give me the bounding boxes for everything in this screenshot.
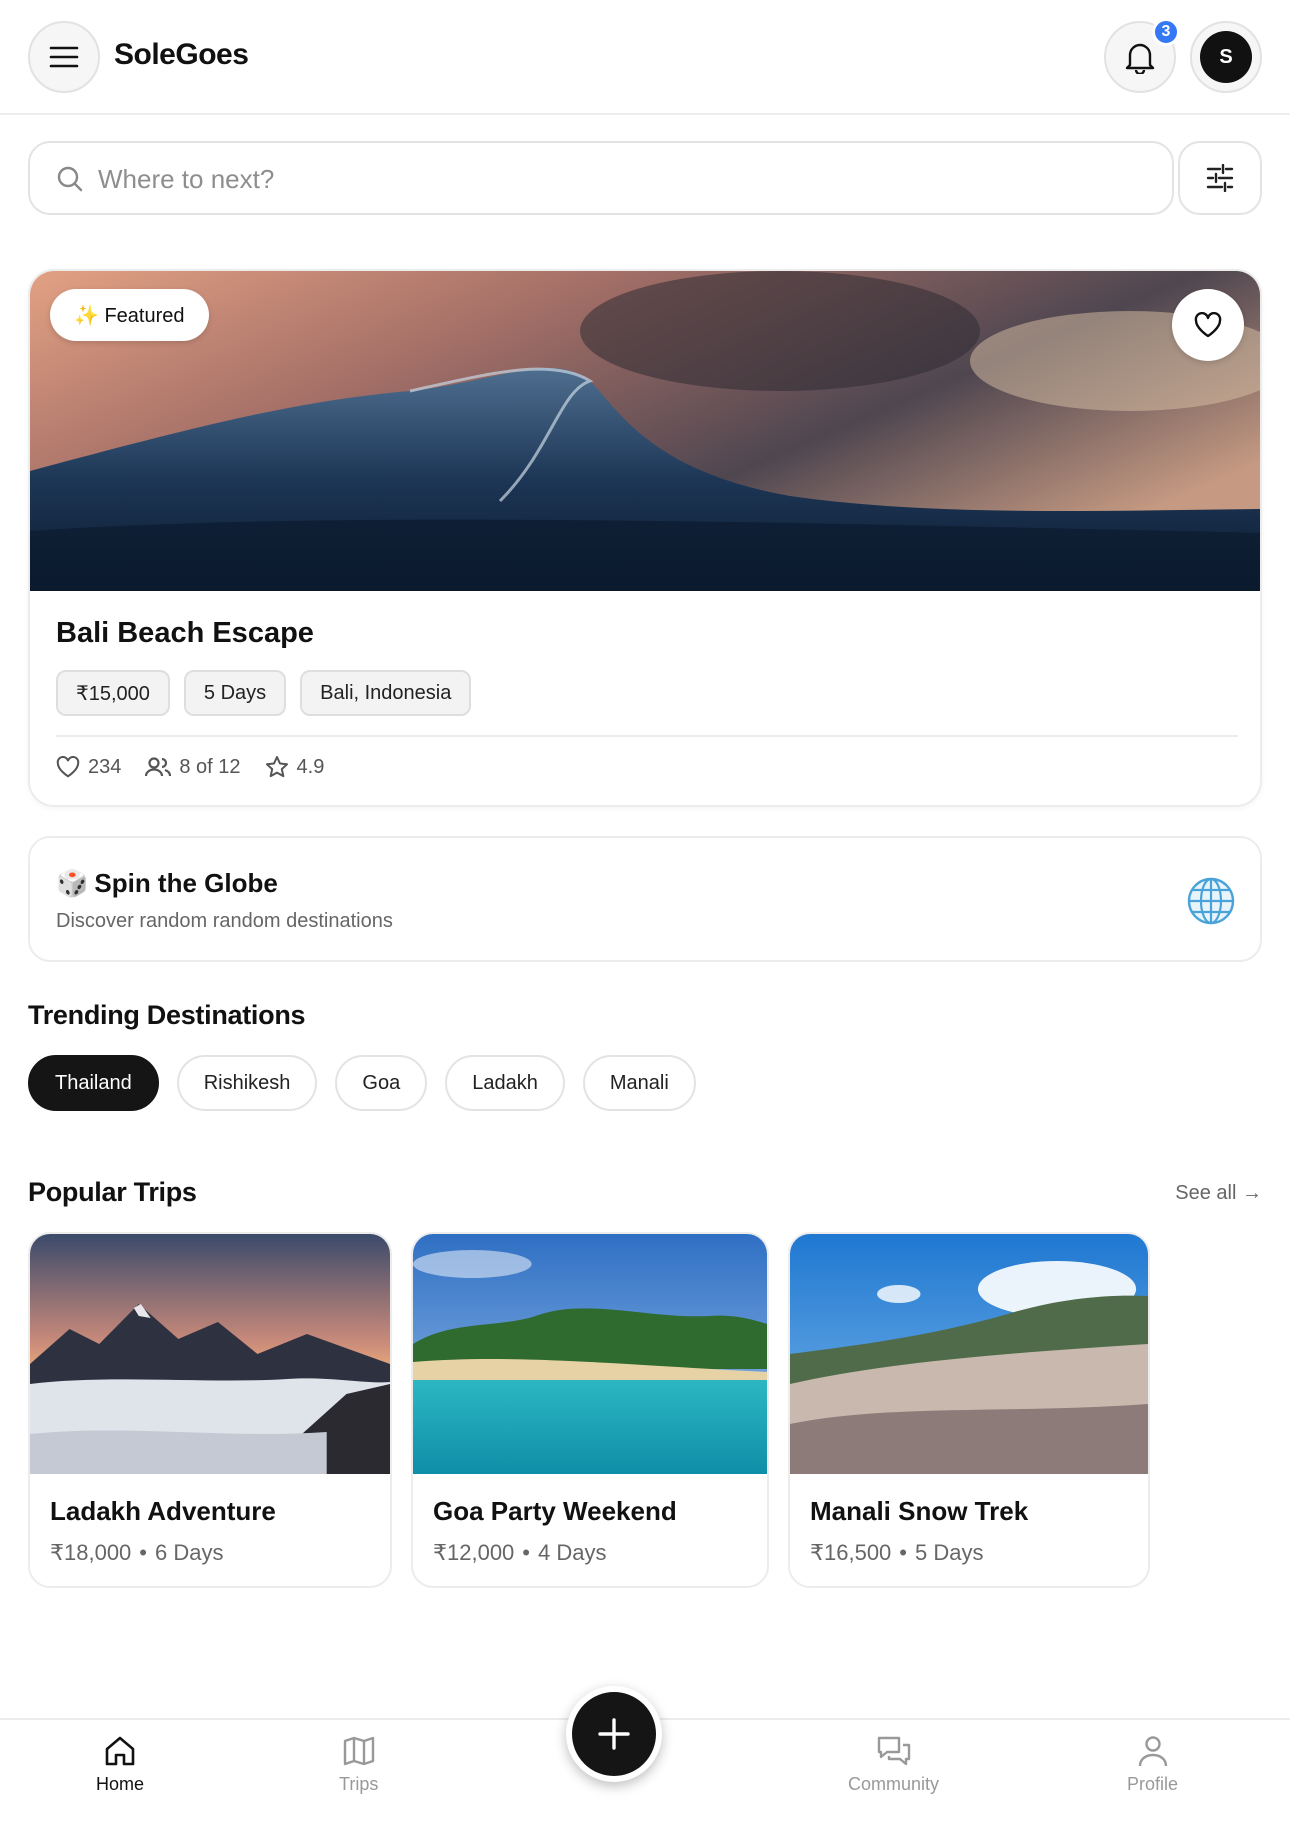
bullet: • [899, 1540, 907, 1565]
profile-avatar-button[interactable]: S [1190, 21, 1262, 93]
nav-home[interactable]: Home [96, 1734, 144, 1795]
menu-button[interactable] [28, 21, 100, 93]
tag-thailand[interactable]: Thailand [28, 1055, 159, 1111]
trip-duration: 5 Days [915, 1540, 984, 1565]
nav-community-label: Community [848, 1774, 940, 1794]
featured-badge: ✨ Featured [50, 289, 209, 341]
search-bar [28, 141, 1174, 215]
spin-subtitle: Discover random random destinations [56, 910, 393, 932]
bullet: • [139, 1540, 147, 1565]
users-icon [145, 757, 172, 777]
location-chip: Bali, Indonesia [300, 670, 472, 716]
trip-card-ladakh[interactable]: Ladakh Adventure ₹18,000 • 6 Days [28, 1232, 392, 1588]
trip-duration: 4 Days [538, 1540, 607, 1565]
sliders-icon [1206, 164, 1234, 192]
avatar: S [1200, 31, 1252, 83]
map-icon [343, 1736, 374, 1766]
search-input[interactable] [98, 157, 1138, 201]
ladakh-mountains-image [30, 1234, 390, 1474]
tag-manali[interactable]: Manali [582, 1055, 696, 1111]
spin-title-text: Spin the Globe [94, 868, 278, 898]
trip-price: ₹16,500 [810, 1540, 892, 1565]
trip-price: ₹18,000 [50, 1540, 132, 1565]
nav-community[interactable]: Community [848, 1734, 939, 1795]
globe-icon [1187, 877, 1235, 925]
dice-icon: 🎲 [56, 868, 89, 898]
trending-section-title: Trending Destinations [28, 1000, 306, 1030]
spin-title: 🎲 Spin the Globe [56, 868, 278, 899]
hamburger-icon [49, 46, 79, 68]
create-trip-button[interactable] [566, 1686, 662, 1782]
search-icon [57, 166, 83, 192]
trip-title: Ladakh Adventure [50, 1496, 276, 1526]
manali-town-image [790, 1234, 1148, 1474]
divider [56, 735, 1238, 737]
app-title: SoleGoes [114, 38, 249, 71]
trip-meta: ₹18,000 • 6 Days [50, 1540, 223, 1566]
bell-icon [1125, 43, 1155, 74]
trip-title: Manali Snow Trek [810, 1496, 1029, 1526]
chat-icon [877, 1736, 910, 1766]
popular-section-title: Popular Trips [28, 1177, 197, 1207]
tag-ladakh[interactable]: Ladakh [445, 1055, 565, 1111]
featured-trip-card[interactable]: ✨ Featured Bali Beach Escape ₹15,000 5 D… [28, 269, 1262, 807]
bullet: • [522, 1540, 530, 1565]
top-bar: SoleGoes 3 S [0, 0, 1290, 115]
spots-stat: 8 of 12 [145, 755, 241, 779]
tag-goa[interactable]: Goa [335, 1055, 428, 1111]
rating-value: 4.9 [296, 755, 325, 778]
featured-chips: ₹15,000 5 Days Bali, Indonesia [56, 670, 472, 716]
heart-icon [1194, 312, 1222, 338]
goa-beach-image [413, 1234, 767, 1474]
featured-title: Bali Beach Escape [56, 617, 314, 649]
home-icon [105, 1736, 135, 1766]
trip-meta: ₹16,500 • 5 Days [810, 1540, 983, 1566]
trip-card-goa[interactable]: Goa Party Weekend ₹12,000 • 4 Days [411, 1232, 769, 1588]
trending-tags: Thailand Rishikesh Goa Ladakh Manali [28, 1055, 696, 1111]
spots-count: 8 of 12 [179, 755, 241, 778]
trip-price: ₹12,000 [433, 1540, 515, 1565]
trip-meta: ₹12,000 • 4 Days [433, 1540, 606, 1566]
nav-profile[interactable]: Profile [1127, 1734, 1178, 1795]
rating-stat: 4.9 [265, 755, 325, 779]
user-icon [1138, 1736, 1167, 1767]
nav-profile-label: Profile [1127, 1774, 1179, 1794]
likes-count: 234 [88, 755, 122, 778]
star-icon [265, 756, 288, 778]
trip-card-manali[interactable]: Manali Snow Trek ₹16,500 • 5 Days [788, 1232, 1150, 1588]
duration-chip: 5 Days [183, 670, 287, 716]
see-all-link[interactable]: See all → [1175, 1182, 1262, 1205]
filter-button[interactable] [1178, 141, 1262, 215]
price-chip: ₹15,000 [56, 670, 170, 716]
heart-outline-icon [56, 756, 80, 778]
trip-title: Goa Party Weekend [433, 1496, 677, 1526]
plus-icon [598, 1718, 630, 1750]
tag-rishikesh[interactable]: Rishikesh [176, 1055, 318, 1111]
likes-stat: 234 [56, 755, 121, 779]
trip-duration: 6 Days [155, 1540, 224, 1565]
favorite-button[interactable] [1172, 289, 1244, 361]
nav-home-label: Home [96, 1774, 145, 1794]
nav-trips[interactable]: Trips [339, 1734, 378, 1795]
nav-trips-label: Trips [339, 1774, 379, 1794]
featured-wave-image [30, 271, 1260, 591]
featured-stats: 234 8 of 12 4.9 [56, 755, 324, 779]
spin-the-globe-card[interactable]: 🎲 Spin the Globe Discover random random … [28, 836, 1262, 962]
notification-count-badge: 3 [1152, 18, 1180, 46]
